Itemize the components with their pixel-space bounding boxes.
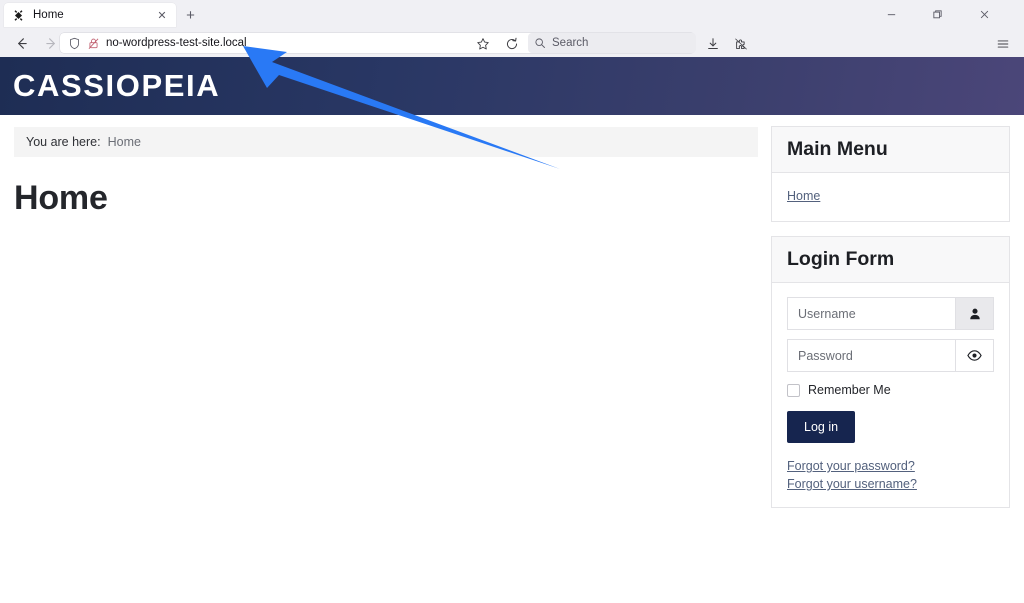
search-bar[interactable]: Search (528, 33, 696, 53)
remember-me-row: Remember Me (787, 383, 994, 397)
eye-icon[interactable] (955, 339, 994, 372)
page-viewport: CASSIOPEIA You are here: Home Home Main … (0, 57, 1024, 603)
username-field-group: Username (787, 297, 994, 330)
username-input[interactable]: Username (787, 297, 955, 330)
sidebar: Main Menu Home Login Form Username Passw… (771, 126, 1010, 522)
download-icon[interactable] (703, 33, 723, 54)
remember-me-checkbox[interactable] (787, 383, 800, 397)
browser-tab[interactable]: Home ✕ (4, 3, 176, 27)
window-minimize-button[interactable] (871, 0, 911, 29)
browser-tab-title: Home (33, 9, 64, 21)
new-tab-button[interactable]: + (181, 6, 200, 25)
reload-icon[interactable] (501, 33, 523, 54)
tab-strip: Home ✕ + (0, 0, 1024, 29)
search-input[interactable]: Search (552, 37, 588, 49)
module-main-menu-body: Home (772, 173, 1009, 221)
search-icon (534, 37, 546, 49)
breadcrumb: You are here: Home (14, 127, 758, 157)
site-title[interactable]: CASSIOPEIA (13, 68, 220, 104)
tab-close-icon[interactable]: ✕ (154, 7, 170, 23)
module-login-form-body: Username Password Remember Me Log in For… (772, 283, 1009, 507)
content-column: You are here: Home Home (14, 127, 758, 218)
window-close-button[interactable] (964, 0, 1004, 29)
module-main-menu-title: Main Menu (787, 138, 888, 160)
browser-chrome: Home ✕ + no-wordpress-test-site.local Se… (0, 0, 1024, 57)
joomla-favicon-icon (10, 7, 26, 23)
star-icon[interactable] (472, 33, 494, 54)
back-button[interactable] (8, 32, 34, 54)
user-icon[interactable] (955, 297, 994, 330)
window-maximize-button[interactable] (917, 0, 957, 29)
forgot-password-link[interactable]: Forgot your password? (787, 459, 994, 473)
module-main-menu-header: Main Menu (772, 127, 1009, 173)
remember-me-label: Remember Me (808, 383, 891, 397)
hamburger-menu-icon[interactable] (992, 33, 1014, 54)
password-field-group: Password (787, 339, 994, 372)
page-title: Home (14, 179, 108, 217)
module-login-form-title: Login Form (787, 248, 895, 270)
insecure-lock-icon[interactable] (85, 35, 101, 51)
login-button[interactable]: Log in (787, 411, 856, 443)
extensions-icon[interactable] (731, 33, 751, 54)
sidebar-item-home[interactable]: Home (787, 189, 820, 203)
module-login-form: Login Form Username Password Remember Me… (771, 236, 1010, 508)
module-main-menu: Main Menu Home (771, 126, 1010, 222)
url-text: no-wordpress-test-site.local (106, 37, 247, 49)
module-login-form-header: Login Form (772, 237, 1009, 283)
forgot-username-link[interactable]: Forgot your username? (787, 477, 994, 491)
site-header: CASSIOPEIA (0, 57, 1024, 115)
password-input[interactable]: Password (787, 339, 955, 372)
shield-icon[interactable] (66, 35, 82, 51)
breadcrumb-label: You are here: (26, 135, 101, 149)
breadcrumb-current-item: Home (107, 135, 141, 149)
